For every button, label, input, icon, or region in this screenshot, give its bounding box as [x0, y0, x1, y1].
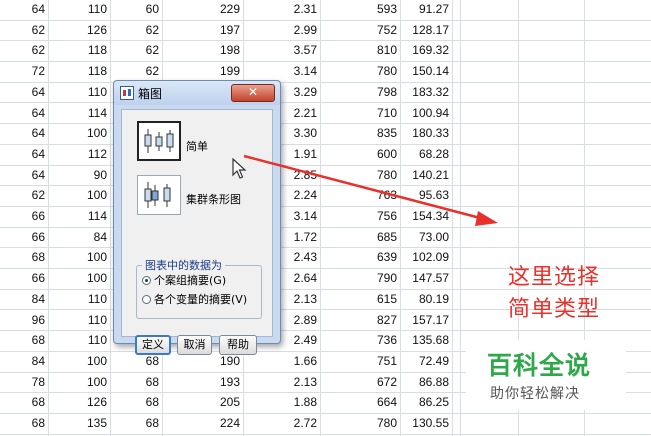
- watermark-logo: 百科全说: [487, 351, 592, 380]
- annotation-line-1: 这里选择: [508, 265, 601, 290]
- annotation-line-2: 简单类型: [508, 297, 601, 322]
- watermark-slogan: 助你轻松解决: [490, 386, 580, 402]
